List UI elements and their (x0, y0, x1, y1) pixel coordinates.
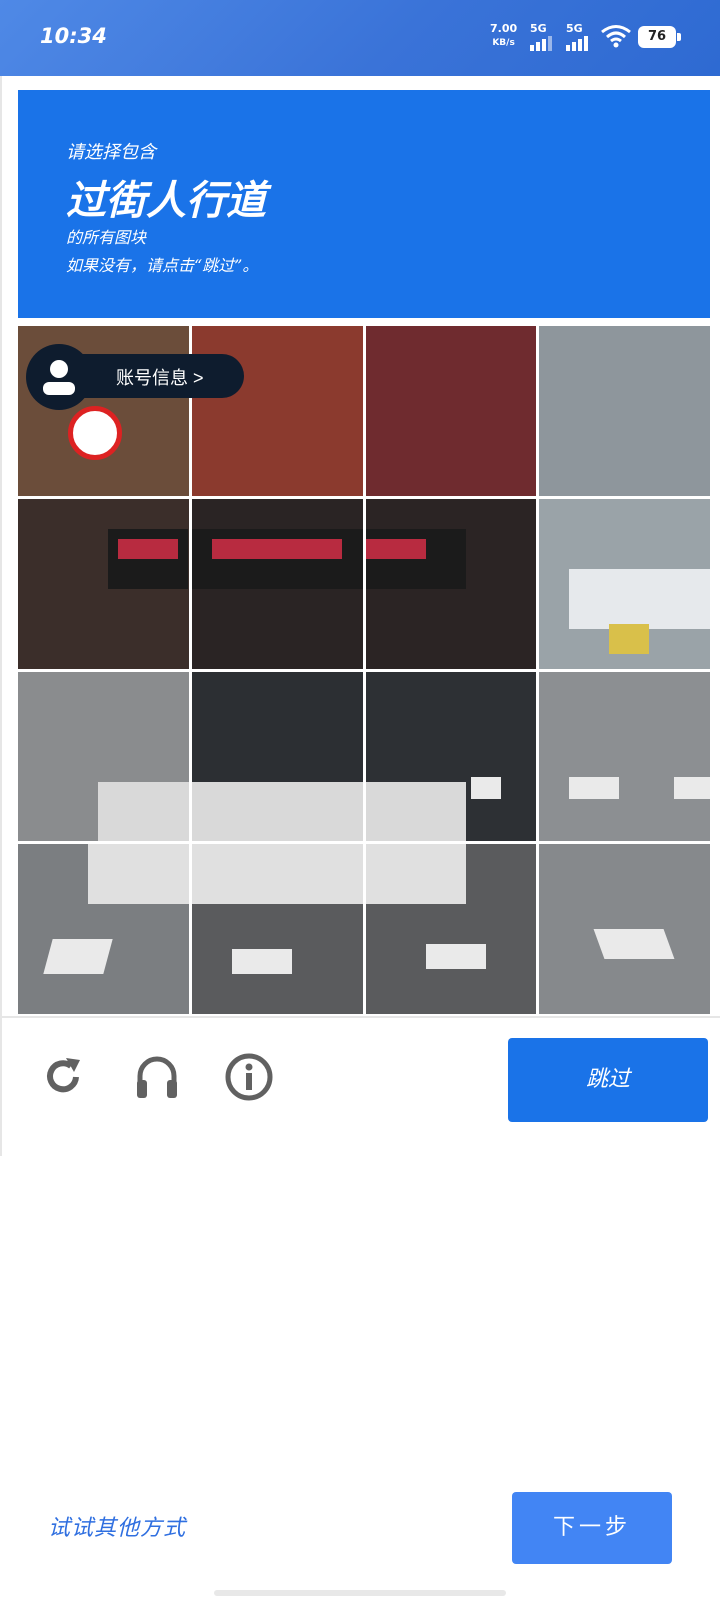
captcha-tile[interactable] (539, 326, 710, 496)
sim1-label: 5G (530, 22, 547, 35)
captcha-tile[interactable] (18, 844, 189, 1014)
tile-detail (43, 939, 113, 975)
tile-detail (118, 538, 178, 559)
prompt-target: 过街人行道 (66, 177, 266, 224)
captcha-tile[interactable] (18, 498, 189, 669)
avatar[interactable] (26, 344, 92, 410)
network-speed-value: 7.00 (490, 22, 518, 35)
captcha-tile[interactable] (365, 844, 537, 1014)
captcha-tile[interactable] (18, 671, 189, 842)
signal-bars-2-icon (566, 36, 588, 51)
network-speed-unit: KB/s (492, 38, 515, 48)
captcha-tile[interactable] (539, 498, 710, 669)
tile-detail (191, 781, 363, 842)
tile-detail (674, 776, 710, 799)
battery-level: 76 (647, 29, 667, 44)
captcha-image-grid (18, 326, 710, 1014)
prompt-line3: 的所有图块 (66, 228, 147, 247)
tile-detail (593, 929, 675, 960)
tile-detail (569, 776, 620, 799)
person-icon (43, 360, 75, 395)
captcha-tile[interactable] (191, 844, 363, 1014)
tile-detail (365, 781, 466, 842)
tile-detail (231, 949, 292, 975)
captcha-instructions: 请选择包含 过街人行道 的所有图块 如果没有，请点击“跳过”。 (18, 90, 710, 318)
account-info-label[interactable]: 账号信息 > (116, 364, 204, 390)
sim2-label: 5G (566, 22, 583, 35)
tile-detail (191, 528, 363, 589)
tile-detail (425, 944, 486, 970)
tile-detail (191, 844, 363, 905)
skip-button[interactable]: 跳过 (508, 1038, 708, 1122)
tile-detail (108, 528, 188, 589)
prompt-line1: 请选择包含 (66, 142, 156, 163)
wifi-icon (601, 25, 631, 48)
tile-detail (68, 406, 122, 460)
audio-icon[interactable] (132, 1052, 182, 1102)
tile-detail (88, 844, 189, 905)
tile-detail (470, 776, 501, 799)
captcha-tile[interactable] (365, 671, 537, 842)
home-indicator[interactable] (214, 1590, 506, 1596)
signal-bars-1-icon (530, 36, 552, 51)
captcha-tile[interactable] (365, 326, 537, 496)
try-other-method-link[interactable]: 试试其他方式 (48, 1510, 186, 1542)
tile-detail (365, 538, 426, 559)
captcha-tile[interactable] (191, 671, 363, 842)
captcha-tile[interactable] (365, 498, 537, 669)
tile-detail (211, 538, 342, 559)
tile-detail (365, 528, 466, 589)
tile-detail (98, 781, 189, 842)
status-bar: 10:34 7.00 KB/s 5G 5G 76 (0, 0, 720, 76)
captcha-card: 请选择包含 过街人行道 的所有图块 如果没有，请点击“跳过”。 账号信息 > 跳… (0, 76, 720, 1156)
tile-detail (365, 844, 466, 905)
captcha-tile[interactable] (191, 498, 363, 669)
captcha-tile[interactable] (539, 671, 710, 842)
reload-icon[interactable] (38, 1052, 88, 1102)
tile-detail (569, 568, 710, 629)
divider (2, 1016, 720, 1018)
prompt-line4: 如果没有，请点击“跳过”。 (66, 256, 259, 275)
info-icon[interactable] (224, 1052, 274, 1102)
battery-icon: 76 (638, 26, 681, 48)
status-time: 10:34 (40, 24, 107, 48)
tile-detail (609, 623, 650, 654)
network-speed: 7.00 KB/s (490, 22, 517, 50)
account-info-chip[interactable]: 账号信息 > (26, 344, 244, 410)
next-button[interactable]: 下一步 (512, 1492, 672, 1564)
captcha-tile[interactable] (539, 844, 710, 1014)
